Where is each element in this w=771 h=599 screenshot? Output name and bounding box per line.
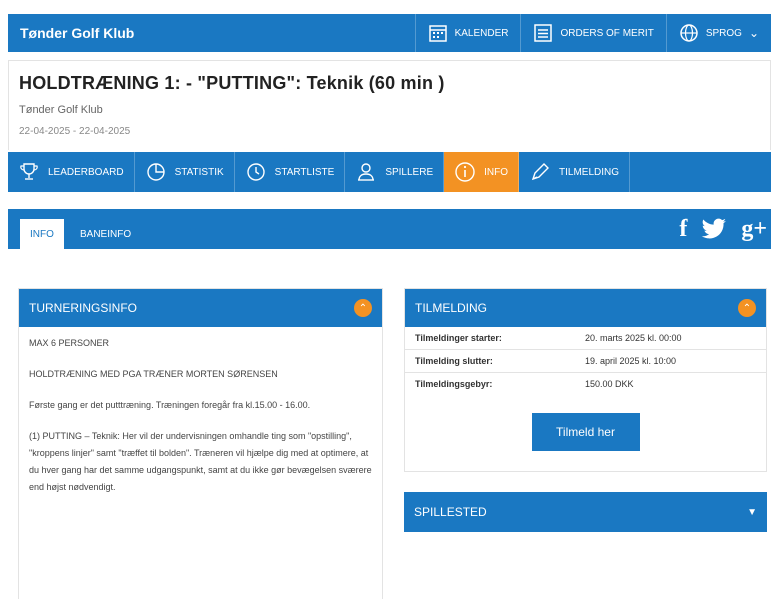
page-title: HOLDTRÆNING 1: - "PUTTING": Teknik (60 m… <box>19 73 445 93</box>
tilmelding-table: Tilmeldinger starter: 20. marts 2025 kl.… <box>405 327 766 395</box>
trophy-icon <box>20 163 38 180</box>
club-brand[interactable]: Tønder Golf Klub <box>8 25 415 41</box>
event-dates: 22-04-2025 - 22-04-2025 <box>19 126 131 137</box>
row-value: 19. april 2025 kl. 10:00 <box>575 349 766 373</box>
pie-chart-icon <box>146 163 165 181</box>
tab-leaderboard-label: LEADERBOARD <box>48 166 124 178</box>
tilmeld-her-button[interactable]: Tilmeld her <box>531 413 640 451</box>
tab-spillere[interactable]: SPILLERE <box>345 152 445 192</box>
tab-startliste[interactable]: STARTLISTE <box>235 152 346 192</box>
row-key: Tilmelding slutter: <box>405 349 575 373</box>
nav-sprog[interactable]: SPROG ⌄ <box>665 14 771 52</box>
facebook-icon[interactable]: f <box>679 215 687 243</box>
clock-icon <box>246 163 265 181</box>
info-icon <box>455 162 475 182</box>
nav-sprog-label: SPROG <box>705 27 742 39</box>
event-club: Tønder Golf Klub <box>19 104 103 116</box>
info-paragraph: HOLDTRÆNING MED PGA TRÆNER MORTEN SØRENS… <box>29 369 278 379</box>
tilmelding-header[interactable]: TILMELDING ⌃ <box>405 289 766 327</box>
row-value: 20. marts 2025 kl. 00:00 <box>575 327 766 350</box>
turneringsinfo-title: TURNERINGSINFO <box>29 301 137 315</box>
tab-spillere-label: SPILLERE <box>385 166 434 178</box>
nav-kalender-label: KALENDER <box>454 27 509 39</box>
tab-info-label: INFO <box>484 166 509 178</box>
turneringsinfo-panel: TURNERINGSINFO ⌃ MAX 6 PERSONER HOLDTRÆN… <box>18 288 383 599</box>
info-paragraph: MAX 6 PERSONER <box>29 338 110 348</box>
subtab-info[interactable]: INFO <box>20 219 64 249</box>
event-header: HOLDTRÆNING 1: - "PUTTING": Teknik (60 m… <box>8 60 771 150</box>
chevron-down-icon: ⌄ <box>748 26 759 40</box>
info-paragraph: (1) PUTTING – Teknik: Her vil der underv… <box>29 431 372 492</box>
row-key: Tilmeldingsgebyr: <box>415 379 493 389</box>
subtab-baneinfo[interactable]: BANEINFO <box>70 219 141 249</box>
tab-leaderboard[interactable]: LEADERBOARD <box>8 152 135 192</box>
list-icon <box>533 23 553 43</box>
table-row: Tilmelding slutter: 19. april 2025 kl. 1… <box>405 349 766 373</box>
event-tabs: LEADERBOARD STATISTIK STARTLISTE SPILLER… <box>8 152 771 192</box>
info-paragraph: Første gang er det putttræning. Træninge… <box>29 400 311 410</box>
spillested-title: SPILLESTED <box>414 505 487 519</box>
turneringsinfo-body: MAX 6 PERSONER HOLDTRÆNING MED PGA TRÆNE… <box>19 327 382 518</box>
tab-startliste-label: STARTLISTE <box>274 166 335 178</box>
spillested-panel: SPILLESTED ▼ <box>404 492 767 532</box>
spillested-header[interactable]: SPILLESTED ▼ <box>404 492 767 532</box>
nav-orders-label: ORDERS OF MERIT <box>560 27 654 39</box>
tab-statistik[interactable]: STATISTIK <box>135 152 235 192</box>
turneringsinfo-header[interactable]: TURNERINGSINFO ⌃ <box>19 289 382 327</box>
nav-orders-of-merit[interactable]: ORDERS OF MERIT <box>520 14 665 52</box>
caret-down-icon[interactable]: ▼ <box>747 507 757 518</box>
collapse-icon[interactable]: ⌃ <box>354 299 372 317</box>
tilmelding-panel: TILMELDING ⌃ Tilmeldinger starter: 20. m… <box>404 288 767 472</box>
info-subtab-bar: INFO BANEINFO f g+ <box>8 209 771 249</box>
tilmelding-title: TILMELDING <box>415 301 488 315</box>
table-row: Tilmeldinger starter: 20. marts 2025 kl.… <box>405 327 766 350</box>
social-share: f g+ <box>679 215 767 243</box>
row-key: Tilmeldinger starter: <box>405 327 575 350</box>
nav-kalender[interactable]: KALENDER <box>414 14 521 52</box>
google-plus-icon[interactable]: g+ <box>741 215 767 243</box>
tab-statistik-label: STATISTIK <box>174 166 224 178</box>
tab-tilmelding[interactable]: TILMELDING <box>519 152 631 192</box>
players-icon <box>358 163 375 181</box>
top-navigation-bar: Tønder Golf Klub KALENDER ORDERS OF MERI… <box>8 14 771 52</box>
calendar-icon <box>428 23 448 43</box>
globe-icon <box>679 23 699 43</box>
pencil-icon <box>531 163 550 181</box>
table-row: Tilmeldingsgebyr: 150.00 DKK <box>405 373 766 396</box>
top-nav: KALENDER ORDERS OF MERIT SPROG ⌄ <box>414 14 771 52</box>
tab-info[interactable]: INFO <box>444 152 520 192</box>
collapse-icon[interactable]: ⌃ <box>738 299 756 317</box>
twitter-icon[interactable] <box>701 217 727 241</box>
row-value: 150.00 DKK <box>585 379 634 389</box>
tab-tilmelding-label: TILMELDING <box>559 166 620 178</box>
